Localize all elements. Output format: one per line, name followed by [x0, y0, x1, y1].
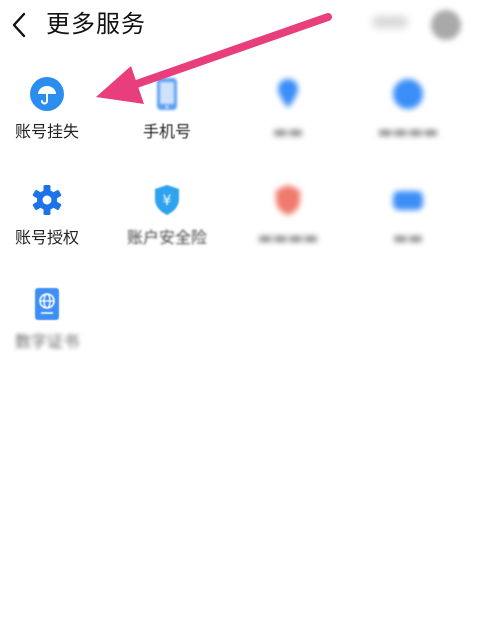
annotation-arrow-icon — [96, 13, 332, 104]
